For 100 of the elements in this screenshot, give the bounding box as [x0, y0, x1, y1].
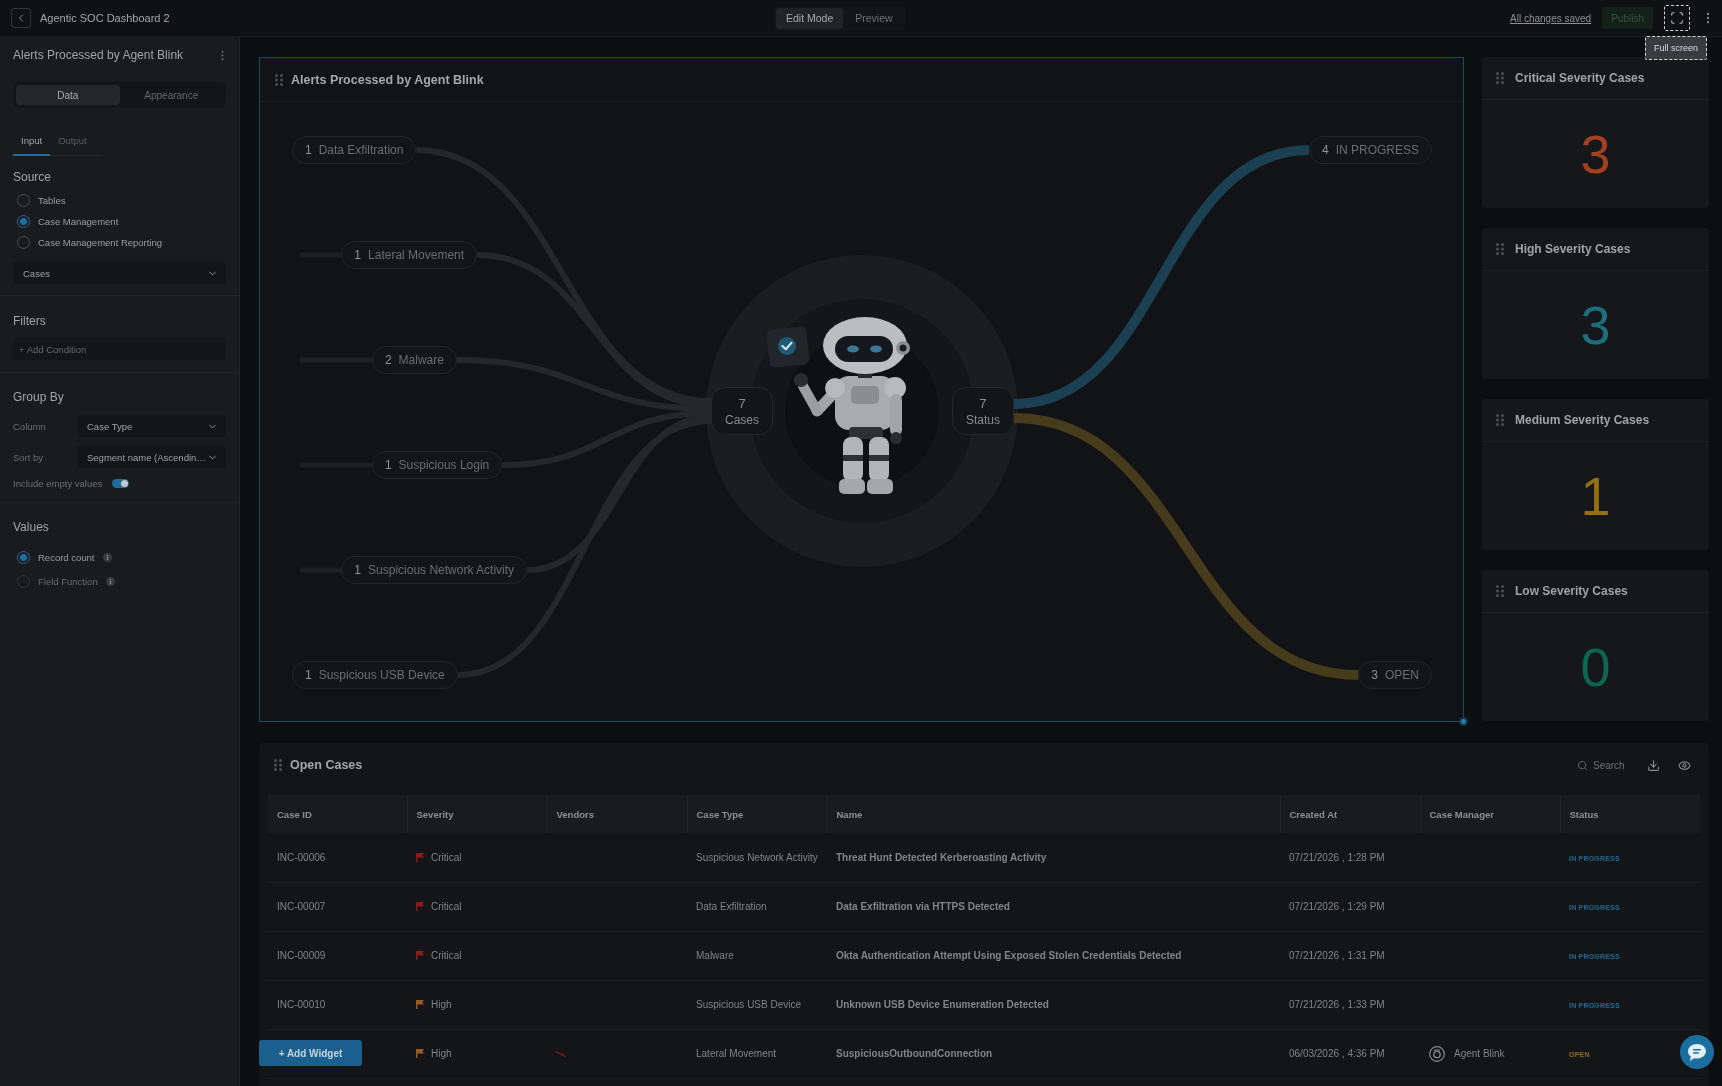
table-cell: Malware: [687, 931, 827, 980]
select-field[interactable]: Cases: [13, 262, 226, 284]
tooltip: Full screen: [1645, 36, 1707, 60]
node-label: Suspicious Network Activity: [368, 563, 515, 577]
column-header[interactable]: Created At: [1280, 795, 1420, 833]
node-label: IN PROGRESS: [1335, 143, 1419, 157]
add-condition-button[interactable]: + Add Condition: [13, 338, 226, 360]
drag-handle-icon[interactable]: [1496, 243, 1504, 255]
drag-handle-icon[interactable]: [274, 759, 282, 771]
stat-value: 3: [1580, 298, 1611, 352]
drag-handle-icon[interactable]: [1496, 585, 1504, 597]
flow-node[interactable]: 1 Suspicious Network Activity: [341, 556, 528, 584]
section-heading: Values: [13, 519, 50, 535]
view-tab[interactable]: Appearance: [119, 85, 223, 105]
table-cell: INC-00010: [268, 980, 407, 1029]
card-title: Medium Severity Cases: [1515, 413, 1650, 427]
flow-node[interactable]: 3 OPEN: [1358, 661, 1432, 689]
table-cell: Suspicious Network Activity: [687, 833, 827, 882]
card-title: Critical Severity Cases: [1515, 71, 1645, 85]
section-heading: Source: [13, 169, 53, 185]
column-header[interactable]: Name: [827, 795, 1280, 833]
widget-title: Alerts Processed by Agent Blink: [291, 72, 484, 87]
select-field[interactable]: Case Type: [77, 415, 226, 437]
check-icon: [766, 326, 812, 368]
stat-value: 0: [1580, 640, 1611, 694]
severity-label: Critical: [431, 901, 462, 912]
toggle-label: Include empty values: [13, 477, 103, 489]
node-label: Suspicious USB Device: [318, 668, 445, 682]
hub-node[interactable]: 7 Cases: [711, 387, 773, 435]
dashboard-title: Agentic SOC Dashboard 2: [40, 12, 170, 24]
table-cell: SuspiciousOutboundConnection: [827, 1029, 1280, 1078]
node-label: Cases: [725, 412, 759, 427]
panel-title: Alerts Processed by Agent Blink: [13, 48, 184, 62]
severity-label: Critical: [431, 950, 462, 961]
view-tab[interactable]: Data: [16, 85, 120, 105]
toggle-switch[interactable]: [112, 478, 130, 488]
mode-tab[interactable]: Preview: [845, 7, 903, 29]
table-cell: 07/21/2026 , 1:33 PM: [1280, 980, 1420, 1029]
chat-icon: [1688, 1043, 1706, 1061]
table-cell: 06/03/2026 , 4:36 PM: [1280, 1029, 1420, 1078]
drag-handle-icon[interactable]: [1496, 414, 1504, 426]
fullscreen-icon: [1670, 11, 1684, 25]
field-label: Sort by: [13, 451, 45, 463]
table-cell: Lateral Movement: [687, 1029, 827, 1078]
resize-handle[interactable]: [1459, 717, 1468, 726]
column-header[interactable]: Case Manager: [1420, 795, 1560, 833]
severity-label: High: [431, 1048, 452, 1059]
flow-node[interactable]: 1 Data Exfiltration: [292, 136, 417, 164]
option-label: Case Management: [38, 216, 119, 227]
node-count: 1: [305, 143, 312, 157]
column-header[interactable]: Severity: [407, 795, 547, 833]
node-count: 7: [979, 395, 987, 411]
node-count: 1: [354, 563, 362, 577]
table-cell: INC-00009: [268, 931, 407, 980]
back-button[interactable]: [11, 8, 31, 28]
drag-handle-icon[interactable]: [1496, 72, 1504, 84]
field-label: Column: [13, 420, 47, 432]
node-count: 2: [384, 353, 392, 367]
radio-button[interactable]: [17, 550, 30, 564]
table-cell: Unknown USB Device Enumeration Detected: [827, 980, 1280, 1029]
flow-node[interactable]: 4 IN PROGRESS: [1308, 136, 1432, 164]
node-count: 3: [1371, 668, 1378, 682]
search-icon: [1577, 759, 1588, 771]
save-status-link[interactable]: All changes saved: [1510, 12, 1592, 24]
node-label: OPEN: [1385, 668, 1419, 682]
option-label: Record count: [38, 551, 95, 563]
info-icon: [102, 552, 112, 562]
table-cell: Okta Authentication Attempt Using Exposed Stolen Credentials Detected: [827, 931, 1280, 980]
radio-button[interactable]: [17, 215, 30, 228]
fullscreen-button[interactable]: [1664, 5, 1690, 31]
column-header[interactable]: Vendors: [547, 795, 687, 833]
add-widget-button[interactable]: + Add Widget: [259, 1040, 362, 1066]
hub-node[interactable]: 7 Status: [951, 387, 1014, 435]
card-title: High Severity Cases: [1515, 242, 1631, 256]
column-header[interactable]: Status: [1560, 795, 1700, 833]
flow-node[interactable]: 1 Lateral Movement: [341, 241, 478, 269]
eye-icon[interactable]: [1678, 758, 1691, 772]
flow-node[interactable]: 2 Malware: [371, 346, 457, 374]
option-label: Field Function: [38, 575, 98, 587]
node-count: 7: [738, 395, 746, 411]
select-field[interactable]: Segment name (Ascendin…: [77, 446, 226, 468]
drag-handle-icon[interactable]: [275, 73, 283, 86]
download-icon[interactable]: [1647, 758, 1660, 772]
flow-node[interactable]: 1 Suspicious Login: [371, 451, 503, 479]
node-count: 1: [354, 248, 362, 262]
sub-tab[interactable]: Input: [13, 135, 51, 156]
flow-node[interactable]: 1 Suspicious USB Device: [292, 661, 458, 689]
mode-tab[interactable]: Edit Mode: [776, 7, 844, 29]
widget-title: Open Cases: [290, 758, 363, 772]
node-count: 1: [384, 458, 392, 472]
stat-value: 1: [1580, 469, 1611, 523]
table-cell: 07/21/2026 , 1:29 PM: [1280, 882, 1420, 931]
node-label: Malware: [398, 353, 444, 367]
column-header[interactable]: Case ID: [268, 795, 407, 833]
case-manager-name: Agent Blink: [1454, 1048, 1505, 1059]
node-count: 1: [305, 668, 312, 682]
severity-label: Critical: [431, 851, 462, 863]
search-field[interactable]: Search: [1593, 757, 1629, 773]
column-header[interactable]: Case Type: [687, 795, 827, 833]
table-cell: INC-00007: [268, 882, 407, 931]
